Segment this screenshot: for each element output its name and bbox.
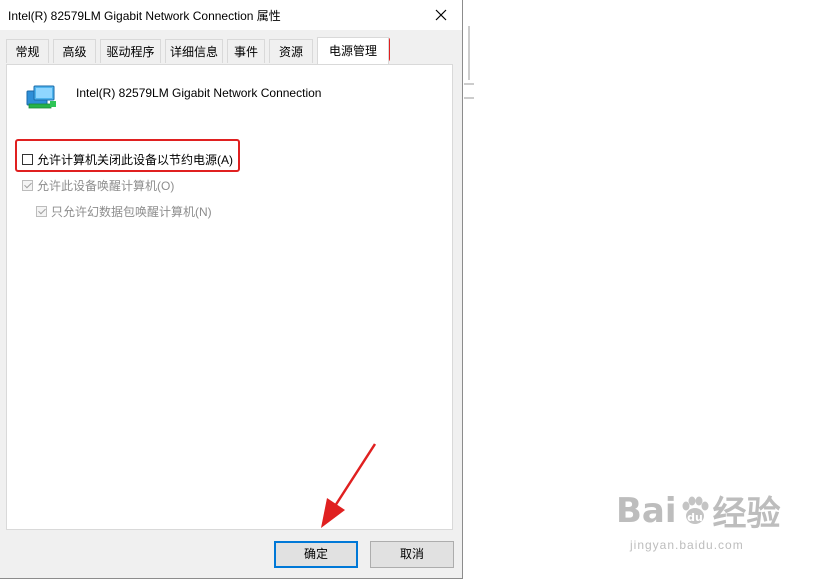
properties-dialog: Intel(R) 82579LM Gigabit Network Connect… (0, 0, 463, 579)
watermark: Bai du 经验 jingyan.baidu.com (616, 486, 781, 553)
allow-power-off-label: 允许计算机关闭此设备以节约电源(A) (37, 153, 233, 167)
window-title: Intel(R) 82579LM Gigabit Network Connect… (8, 9, 281, 23)
magic-packet-option: 只允许幻数据包唤醒计算机(N) (36, 203, 212, 220)
tab-general[interactable]: 常规 (6, 39, 49, 63)
close-button[interactable] (426, 1, 456, 29)
svg-text:du: du (687, 511, 703, 524)
ok-button[interactable]: 确定 (274, 541, 358, 568)
network-adapter-icon (26, 85, 56, 109)
cancel-button[interactable]: 取消 (370, 541, 454, 568)
watermark-brand-left: Bai (616, 490, 677, 531)
device-name: Intel(R) 82579LM Gigabit Network Connect… (76, 86, 322, 100)
allow-wake-option: 允许此设备唤醒计算机(O) (22, 177, 174, 194)
title-bar: Intel(R) 82579LM Gigabit Network Connect… (0, 0, 462, 30)
tab-driver[interactable]: 驱动程序 (100, 39, 161, 63)
annotation-arrow (321, 443, 377, 528)
power-management-panel: Intel(R) 82579LM Gigabit Network Connect… (6, 64, 453, 530)
watermark-brand: Bai du 经验 (616, 486, 781, 535)
paw-icon: du (682, 496, 709, 524)
tab-resources[interactable]: 资源 (269, 39, 313, 63)
watermark-url: jingyan.baidu.com (630, 538, 744, 552)
tab-advanced[interactable]: 高级 (53, 39, 96, 63)
allow-power-off-checkbox[interactable] (22, 154, 33, 165)
close-icon (435, 9, 447, 21)
tab-strip: 常规 高级 驱动程序 详细信息 事件 资源 电源管理 (6, 37, 456, 64)
allow-wake-checkbox (22, 180, 33, 191)
allow-wake-label: 允许此设备唤醒计算机(O) (37, 179, 175, 193)
watermark-brand-right: 经验 (712, 494, 781, 534)
tab-power-management[interactable]: 电源管理 (317, 37, 389, 64)
tab-details[interactable]: 详细信息 (165, 39, 223, 63)
background-window-edge (464, 26, 474, 99)
magic-packet-label: 只允许幻数据包唤醒计算机(N) (51, 205, 212, 219)
magic-packet-checkbox (36, 206, 47, 217)
tab-events[interactable]: 事件 (227, 39, 265, 63)
allow-power-off-option[interactable]: 允许计算机关闭此设备以节约电源(A) (22, 151, 233, 168)
